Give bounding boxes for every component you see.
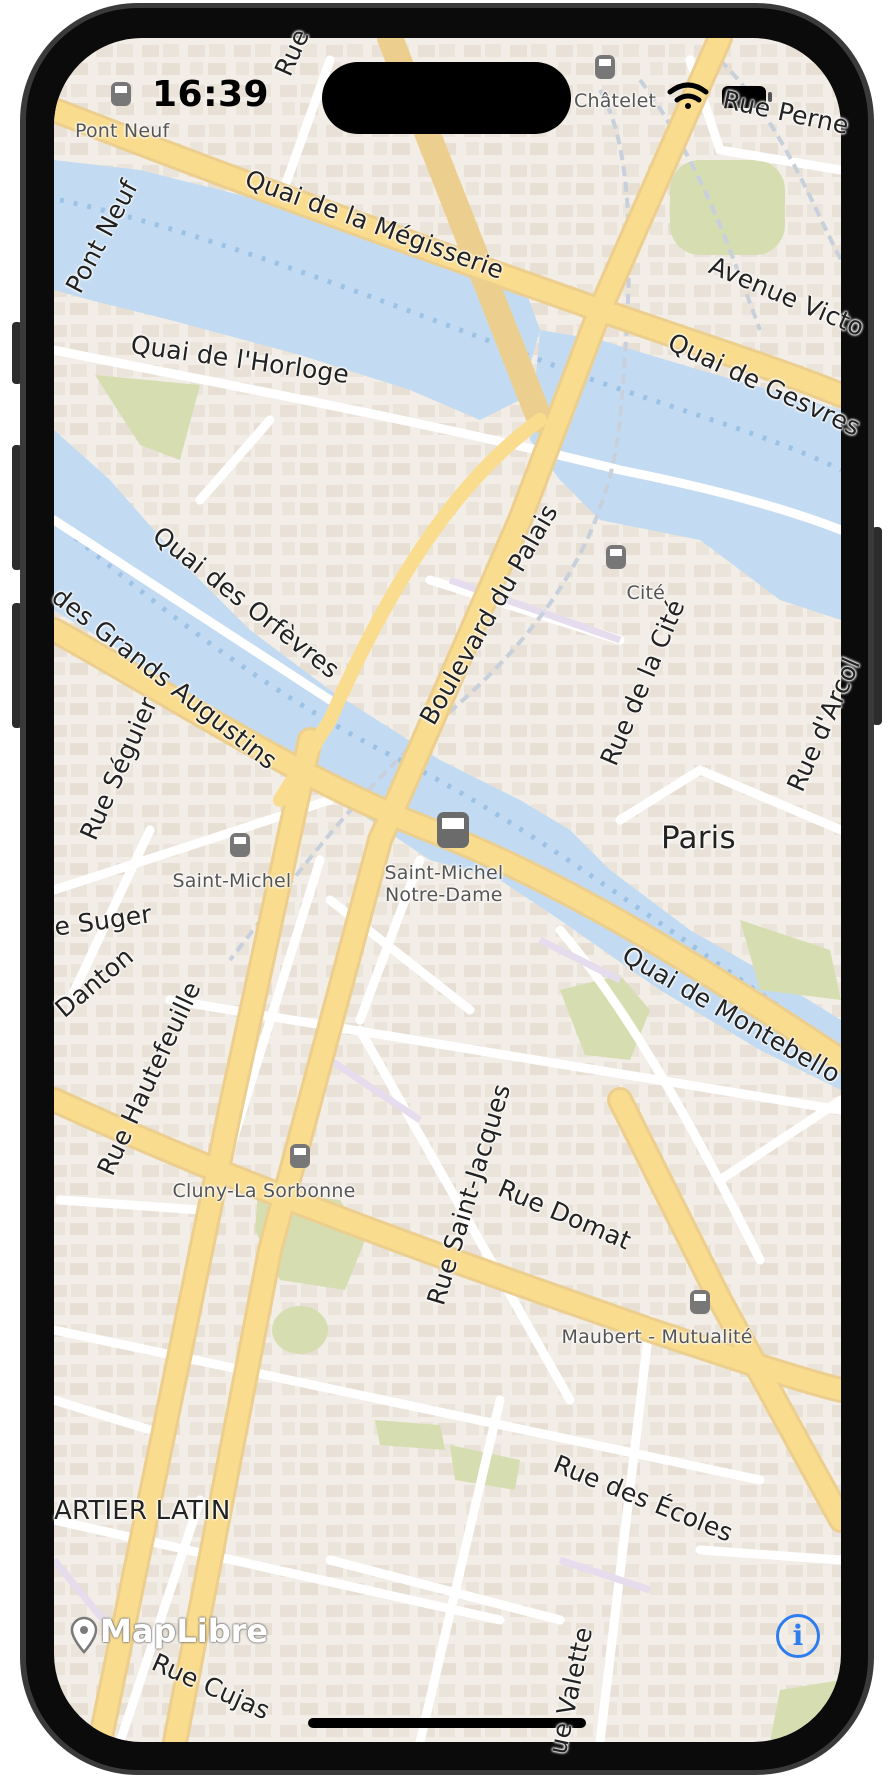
home-indicator — [308, 1718, 586, 1728]
phone-frame: 16:39 Pont Neuf Châtelet Cité Saint-Mich… — [0, 0, 894, 1778]
station-label[interactable]: Saint-Michel — [173, 870, 292, 892]
station-label[interactable]: Cité — [627, 582, 666, 604]
station-label[interactable]: Maubert - Mutualité — [562, 1326, 753, 1348]
station-label[interactable]: Pont Neuf — [75, 120, 169, 142]
district-label[interactable]: ARTIER LATIN — [54, 1496, 231, 1526]
dynamic-island — [322, 62, 571, 134]
maplibre-logo[interactable]: MapLibre — [100, 1612, 268, 1650]
station-label[interactable]: Cluny-La Sorbonne — [173, 1180, 356, 1202]
station-label[interactable]: Saint-Michel — [385, 862, 504, 884]
attribution-info-button[interactable]: i — [776, 1614, 820, 1658]
station-label[interactable]: Notre-Dame — [385, 884, 503, 906]
city-label[interactable]: Paris — [661, 820, 736, 856]
station-label[interactable]: Châtelet — [574, 90, 656, 112]
status-time: 16:39 — [152, 74, 270, 115]
